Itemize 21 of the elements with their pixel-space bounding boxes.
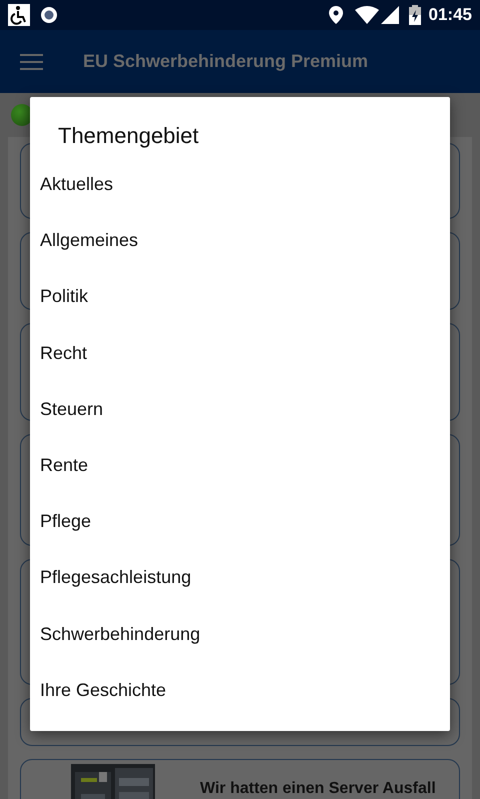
battery-icon xyxy=(408,5,421,25)
topic-option[interactable]: Pflegesachleistung xyxy=(30,549,450,606)
location-icon xyxy=(328,6,343,24)
record-icon xyxy=(40,6,58,24)
topic-option[interactable]: Politik xyxy=(30,268,450,325)
dialog-title: Themengebiet xyxy=(58,122,200,150)
clock: 01:45 xyxy=(428,5,472,25)
signal-icon xyxy=(380,6,399,24)
topic-option[interactable]: Allgemeines xyxy=(30,212,450,268)
app-title: EU Schwerbehinderung Premium xyxy=(83,51,368,72)
menu-icon[interactable] xyxy=(20,54,43,70)
topic-option[interactable]: Ihre Geschichte xyxy=(30,662,450,718)
wifi-icon xyxy=(354,6,379,24)
topic-option[interactable]: Recht xyxy=(30,324,450,381)
article-title: Wir hatten einen Server Ausfall xyxy=(200,780,436,798)
topic-option[interactable]: Aktuelles xyxy=(30,156,450,212)
accessibility-icon xyxy=(8,4,30,26)
topic-option[interactable]: Rente xyxy=(30,436,450,494)
topic-option[interactable]: Pflege xyxy=(30,493,450,550)
topic-option[interactable]: Schwerbehinderung xyxy=(30,606,450,662)
topic-option[interactable]: Steuern xyxy=(30,380,450,437)
